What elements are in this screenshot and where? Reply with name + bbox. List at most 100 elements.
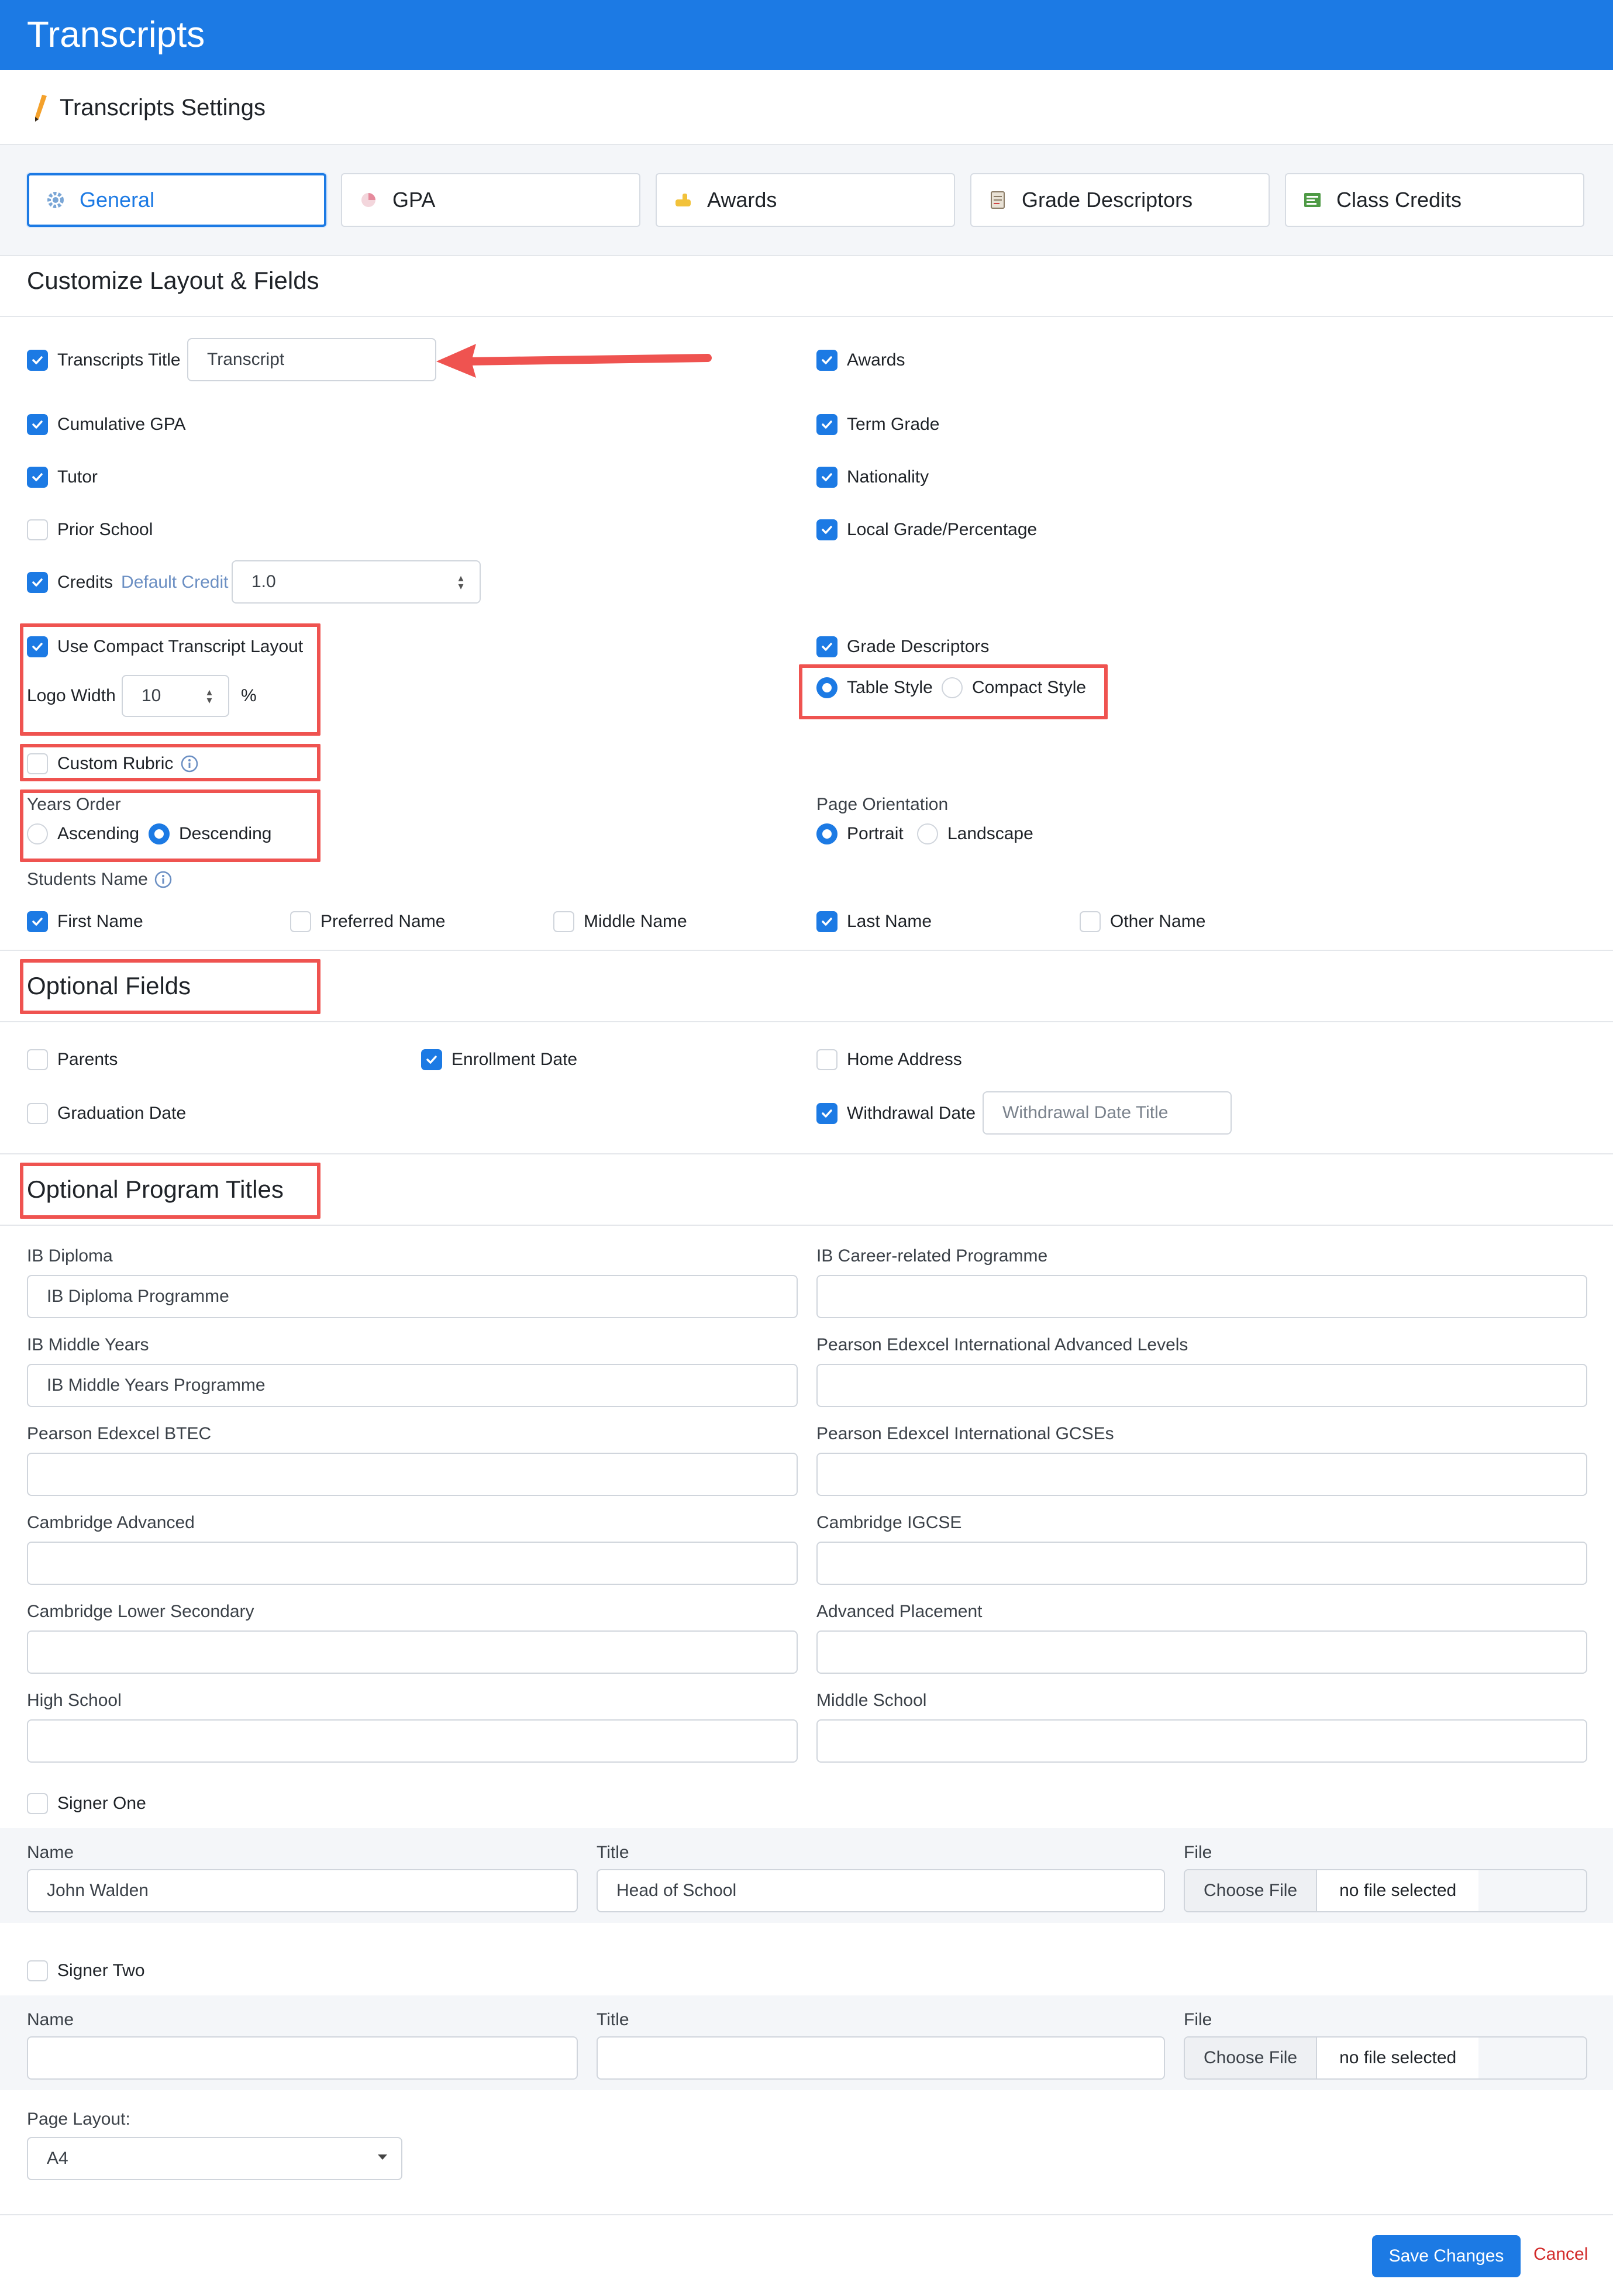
checkbox[interactable] [290,911,311,932]
signer-one-title-input[interactable]: Head of School [597,1869,1165,1912]
page-layout-select[interactable]: A4 [27,2137,402,2180]
transcripts-title-option[interactable]: Transcripts Title [27,349,181,372]
withdrawal-date-option[interactable]: Withdrawal Date [816,1102,976,1125]
nationality-option[interactable]: Nationality [816,466,929,489]
tutor-option[interactable]: Tutor [27,466,98,489]
years-descending-option[interactable]: Descending [149,822,271,846]
checkbox[interactable] [27,1793,48,1814]
cumulative-gpa-option[interactable]: Cumulative GPA [27,413,186,436]
checkbox[interactable] [27,1049,48,1070]
checkbox[interactable] [27,636,48,657]
default-credit-input[interactable]: 1.0 ▴ ▾ [232,560,481,604]
custom-rubric-option[interactable]: Custom Rubric [27,752,199,775]
parents-option[interactable]: Parents [27,1048,118,1071]
cancel-button[interactable]: Cancel [1533,2245,1588,2264]
cambridge-lower-secondary-input[interactable] [27,1630,798,1674]
checkbox[interactable] [816,1049,837,1070]
edexcel-igcse-input[interactable] [816,1453,1587,1496]
checkbox[interactable] [27,1960,48,1981]
checkbox[interactable] [421,1049,442,1070]
middle-name-option[interactable]: Middle Name [553,910,687,933]
tab-gpa[interactable]: GPA [341,173,640,227]
radio[interactable] [942,677,963,698]
checkbox[interactable] [27,519,48,540]
stepper-icon[interactable]: ▴ ▾ [202,687,216,705]
ib-career-input[interactable] [816,1275,1587,1318]
cambridge-advanced-input[interactable] [27,1542,798,1585]
checkbox[interactable] [816,467,837,488]
advanced-placement-input[interactable] [816,1630,1587,1674]
ib-diploma-input[interactable]: IB Diploma Programme [27,1275,798,1318]
tab-grade-descriptors[interactable]: Grade Descriptors [970,173,1270,227]
tab-awards[interactable]: Awards [656,173,955,227]
checkbox[interactable] [816,1103,837,1124]
signer-one-option[interactable]: Signer One [27,1792,146,1815]
checkbox[interactable] [816,350,837,371]
radio[interactable] [149,823,170,844]
tab-general[interactable]: General [27,173,326,227]
signer-one-file-input[interactable]: Choose File no file selected [1184,1869,1587,1912]
checkbox[interactable] [1080,911,1101,932]
graduation-date-option[interactable]: Graduation Date [27,1102,186,1125]
edexcel-ial-input[interactable] [816,1364,1587,1407]
tab-class-credits[interactable]: Class Credits [1285,173,1584,227]
edexcel-btec-input[interactable] [27,1453,798,1496]
stepper-icon[interactable]: ▴ ▾ [454,573,468,591]
checkbox[interactable] [816,911,837,932]
first-name-option[interactable]: First Name [27,910,143,933]
other-name-option[interactable]: Other Name [1080,910,1205,933]
compact-layout-option[interactable]: Use Compact Transcript Layout [27,635,303,659]
term-grade-option[interactable]: Term Grade [816,413,939,436]
transcripts-title-input[interactable]: Transcript [187,338,436,381]
middle-school-input[interactable] [816,1719,1587,1763]
prior-school-option[interactable]: Prior School [27,518,153,542]
radio[interactable] [816,823,837,844]
signer-one-name-input[interactable]: John Walden [27,1869,578,1912]
checkbox[interactable] [816,414,837,435]
signer-two-title-input[interactable] [597,2036,1165,2080]
checkbox[interactable] [27,350,48,371]
choose-file-button[interactable]: Choose File [1185,2038,1318,2078]
local-grade-option[interactable]: Local Grade/Percentage [816,518,1037,542]
checkbox[interactable] [27,911,48,932]
radio[interactable] [917,823,938,844]
cambridge-igcse-input[interactable] [816,1542,1587,1585]
checkbox[interactable] [27,753,48,774]
checkbox[interactable] [553,911,574,932]
high-school-input[interactable] [27,1719,798,1763]
grade-descriptors-option[interactable]: Grade Descriptors [816,635,989,659]
radio[interactable] [27,823,48,844]
compact-style-option[interactable]: Compact Style [942,676,1086,699]
signer-two-file-input[interactable]: Choose File no file selected [1184,2036,1587,2080]
years-ascending-option[interactable]: Ascending [27,822,139,846]
checkbox[interactable] [816,636,837,657]
landscape-option[interactable]: Landscape [917,822,1033,846]
preferred-name-option[interactable]: Preferred Name [290,910,445,933]
checkbox[interactable] [816,519,837,540]
last-name-option[interactable]: Last Name [816,910,932,933]
info-icon[interactable] [180,754,199,773]
ib-middle-years-input[interactable]: IB Middle Years Programme [27,1364,798,1407]
signer-two-option[interactable]: Signer Two [27,1959,145,1983]
choose-file-button[interactable]: Choose File [1185,1870,1318,1911]
field-label: Title [597,1843,629,1862]
home-address-option[interactable]: Home Address [816,1048,962,1071]
awards-option[interactable]: Awards [816,349,905,372]
checkbox[interactable] [27,1103,48,1124]
checkbox[interactable] [27,572,48,593]
radio[interactable] [816,677,837,698]
field-label: Name [27,1843,74,1862]
divider [0,1153,1613,1154]
save-changes-button[interactable]: Save Changes [1372,2235,1521,2277]
info-icon[interactable] [154,870,173,889]
checkbox[interactable] [27,467,48,488]
credits-option[interactable]: Credits Default Credit [27,571,228,594]
signer-two-name-input[interactable] [27,2036,578,2080]
table-style-option[interactable]: Table Style [816,676,933,699]
checkbox[interactable] [27,414,48,435]
enrollment-date-option[interactable]: Enrollment Date [421,1048,577,1071]
tab-label: Grade Descriptors [1022,188,1193,212]
withdrawal-date-title-input[interactable]: Withdrawal Date Title [983,1091,1232,1135]
portrait-option[interactable]: Portrait [816,822,904,846]
logo-width-input[interactable]: 10 ▴ ▾ [122,675,229,717]
